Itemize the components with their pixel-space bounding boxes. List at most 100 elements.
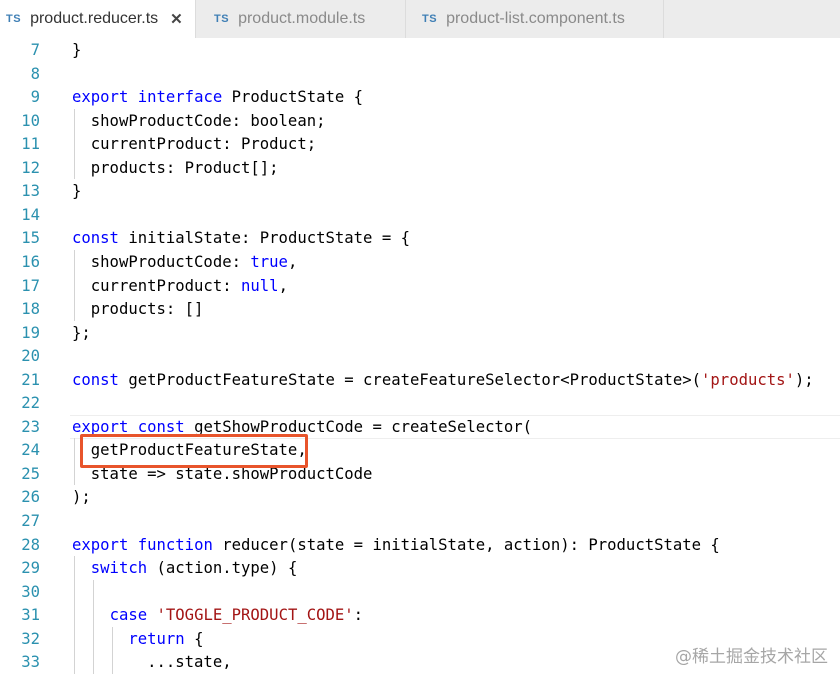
- code-token: currentProduct: Product;: [72, 135, 317, 154]
- code-line[interactable]: 27: [0, 509, 840, 533]
- code-line[interactable]: 30: [0, 580, 840, 604]
- line-number: 20: [21, 347, 40, 366]
- tab-label: product.reducer.ts: [30, 10, 159, 27]
- line-number: 22: [21, 394, 40, 413]
- close-icon[interactable]: ✕: [170, 10, 183, 28]
- string-token: 'products': [701, 370, 795, 389]
- code-token: }: [72, 41, 82, 59]
- line-number: 12: [21, 158, 40, 177]
- code-text[interactable]: }: [72, 179, 81, 203]
- code-text[interactable]: }: [72, 38, 81, 62]
- code-line[interactable]: 15 const initialState: ProductState = {: [0, 226, 840, 250]
- line-number: 31: [21, 606, 40, 625]
- code-token: );: [794, 370, 814, 389]
- code-line[interactable]: 11 currentProduct: Product;: [0, 132, 840, 156]
- line-number: 26: [21, 488, 40, 507]
- line-number: 28: [21, 535, 40, 554]
- keyword-token: case: [109, 606, 148, 625]
- typescript-file-icon: TS: [422, 13, 438, 25]
- string-token: 'TOGGLE_PRODUCT_CODE': [156, 606, 354, 625]
- code-line[interactable]: 18 products: []: [0, 297, 840, 321]
- code-text[interactable]: switch (action.type) {: [72, 556, 298, 580]
- line-number: 7: [30, 41, 40, 59]
- code-token: ,: [278, 276, 288, 295]
- line-number: 8: [30, 64, 40, 83]
- code-line[interactable]: 10 showProductCode: boolean;: [0, 109, 840, 133]
- code-text[interactable]: showProductCode: boolean;: [72, 109, 326, 133]
- code-line[interactable]: 7}: [0, 38, 840, 62]
- code-line[interactable]: 31 case 'TOGGLE_PRODUCT_CODE':: [0, 603, 840, 627]
- line-number: 24: [21, 441, 40, 460]
- code-text[interactable]: export function reducer(state = initialS…: [72, 533, 720, 557]
- annotation-highlight-box: [80, 434, 308, 468]
- keyword-token: return: [128, 629, 185, 648]
- tab-product-module[interactable]: TS product.module.ts: [196, 0, 406, 38]
- code-line[interactable]: 8: [0, 62, 840, 86]
- line-number: 23: [21, 417, 40, 436]
- line-number: 9: [30, 88, 40, 107]
- code-text[interactable]: showProductCode: true,: [72, 250, 298, 274]
- code-token: );: [72, 488, 91, 507]
- code-token: {: [184, 629, 204, 648]
- code-text[interactable]: export interface ProductState {: [72, 85, 363, 109]
- code-text[interactable]: products: []: [72, 297, 204, 321]
- code-line[interactable]: 21 const getProductFeatureState = createF…: [0, 368, 840, 392]
- code-text[interactable]: return {: [72, 627, 203, 651]
- code-line[interactable]: 12 products: Product[];: [0, 156, 840, 180]
- indent-guide: [74, 108, 75, 180]
- code-token: showProductCode:: [72, 252, 251, 271]
- code-text[interactable]: currentProduct: Product;: [72, 132, 316, 156]
- code-line[interactable]: 9 export interface ProductState {: [0, 85, 840, 109]
- typescript-file-icon: TS: [214, 13, 230, 25]
- code-token: products: Product[];: [72, 158, 279, 177]
- tab-product-reducer[interactable]: TS product.reducer.ts ✕: [0, 0, 196, 38]
- keyword-token: const: [72, 370, 119, 389]
- code-token: ProductState {: [222, 88, 364, 107]
- code-token: ,: [287, 252, 298, 271]
- code-line[interactable]: 26);: [0, 485, 840, 509]
- code-line[interactable]: 28 export function reducer(state = initia…: [0, 533, 840, 557]
- code-editor[interactable]: 7} 8 9 export interface ProductState {10 sh…: [0, 38, 840, 674]
- tab-product-list-component[interactable]: TS product-list.component.ts: [406, 0, 664, 38]
- code-line[interactable]: 19};: [0, 321, 840, 345]
- code-line[interactable]: 16 showProductCode: true,: [0, 250, 840, 274]
- code-token: showProductCode: boolean;: [72, 111, 326, 130]
- line-number: 27: [21, 512, 40, 530]
- code-token: (action.type) {: [147, 559, 298, 578]
- line-number: 15: [21, 229, 40, 248]
- code-line[interactable]: 20: [0, 344, 840, 368]
- code-line[interactable]: 14: [0, 203, 840, 227]
- code-token: :: [353, 606, 364, 625]
- line-number: 18: [21, 300, 40, 319]
- code-line[interactable]: 13}: [0, 179, 840, 203]
- code-text[interactable]: const initialState: ProductState = {: [72, 226, 410, 250]
- typescript-file-icon: TS: [6, 13, 22, 25]
- code-text[interactable]: );: [72, 485, 91, 509]
- code-text[interactable]: products: Product[];: [72, 156, 279, 180]
- code-token: reducer(state = initialState, action): P…: [212, 535, 720, 554]
- line-number: 16: [21, 252, 40, 271]
- indent-guide: [74, 249, 75, 321]
- code-text[interactable]: case 'TOGGLE_PRODUCT_CODE':: [72, 603, 364, 627]
- code-line[interactable]: 22: [0, 391, 840, 415]
- code-text[interactable]: ...state,: [72, 650, 232, 674]
- code-token: initialState: ProductState = {: [118, 229, 410, 248]
- code-text[interactable]: };: [72, 321, 91, 345]
- line-number: 32: [21, 629, 40, 648]
- indent-guide: [74, 438, 75, 486]
- indent-guide: [112, 626, 113, 674]
- code-token: ...state,: [72, 653, 232, 672]
- code-text[interactable]: currentProduct: null,: [72, 274, 288, 298]
- line-number: 19: [21, 323, 40, 342]
- line-number: 21: [21, 370, 40, 389]
- code-token: currentProduct:: [72, 276, 241, 295]
- code-text[interactable]: const getProductFeatureState = createFea…: [72, 368, 814, 392]
- watermark: @稀土掘金技术社区: [675, 647, 828, 667]
- line-number: 11: [21, 135, 40, 154]
- code-line[interactable]: 29 switch (action.type) {: [0, 556, 840, 580]
- code-line[interactable]: 17 currentProduct: null,: [0, 274, 840, 298]
- keyword-token: interface: [137, 88, 223, 107]
- code-token: getProductFeatureState = createFeatureSe…: [118, 370, 702, 389]
